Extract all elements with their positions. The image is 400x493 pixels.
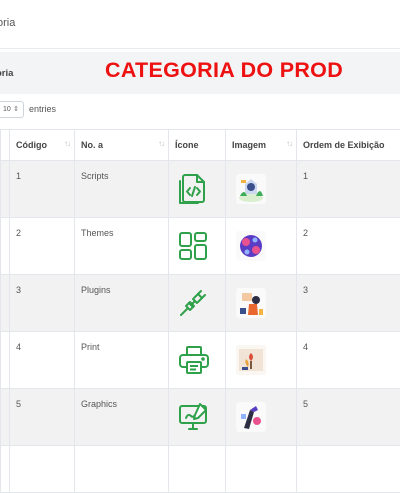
entries-label: entries bbox=[29, 104, 56, 114]
themes-illustration bbox=[236, 231, 266, 261]
name-cell: Themes bbox=[75, 218, 169, 275]
column-header-name[interactable]: No. a↑↓ bbox=[75, 130, 169, 161]
code-cell: 3 bbox=[10, 275, 75, 332]
order-cell: 3 bbox=[297, 275, 400, 332]
page-length-select[interactable]: 10 ⇕ bbox=[0, 101, 24, 118]
table-row[interactable] bbox=[1, 446, 400, 493]
row-select-cell bbox=[1, 218, 10, 275]
table-row[interactable]: 3 Plugins bbox=[1, 275, 400, 332]
printer-icon bbox=[178, 345, 210, 375]
row-select-cell bbox=[1, 275, 10, 332]
entries-control: 10 ⇕ entries bbox=[0, 99, 56, 119]
code-cell: 1 bbox=[10, 161, 75, 218]
name-cell: Plugins bbox=[75, 275, 169, 332]
sort-updown-icon: ⇕ bbox=[13, 105, 19, 113]
page-title: oria bbox=[0, 17, 15, 29]
sort-arrows-icon: ↑↓ bbox=[158, 139, 164, 148]
table-row[interactable]: 1 Scripts bbox=[1, 161, 400, 218]
column-header-order[interactable]: Ordem de Exibição bbox=[297, 130, 400, 161]
code-file-icon bbox=[178, 173, 208, 205]
column-header-icon: Ícone bbox=[169, 130, 226, 161]
print-illustration bbox=[236, 345, 266, 375]
sort-arrows-icon: ↑↓ bbox=[286, 139, 292, 148]
code-cell: 5 bbox=[10, 389, 75, 446]
name-cell: Graphics bbox=[75, 389, 169, 446]
code-cell: 4 bbox=[10, 332, 75, 389]
category-banner: CATEGORIA DO PROD bbox=[105, 58, 343, 83]
order-cell: 4 bbox=[297, 332, 400, 389]
row-select-cell bbox=[1, 389, 10, 446]
table-row[interactable]: 4 Print bbox=[1, 332, 400, 389]
page-length-value: 10 bbox=[3, 106, 11, 113]
row-select-cell bbox=[1, 161, 10, 218]
table-row[interactable]: 5 Graphics 5 bbox=[1, 389, 400, 446]
name-cell: Scripts bbox=[75, 161, 169, 218]
plug-icon bbox=[178, 288, 208, 318]
top-header: oria bbox=[0, 0, 400, 49]
code-cell: 2 bbox=[10, 218, 75, 275]
order-cell: 1 bbox=[297, 161, 400, 218]
plugins-illustration bbox=[236, 288, 266, 318]
graphics-illustration bbox=[236, 402, 266, 432]
order-cell: 5 bbox=[297, 389, 400, 446]
name-cell: Print bbox=[75, 332, 169, 389]
order-cell: 2 bbox=[297, 218, 400, 275]
themes-grid-icon bbox=[178, 231, 208, 261]
section-title: oria bbox=[0, 68, 13, 79]
scripts-illustration bbox=[236, 174, 266, 204]
sort-arrows-icon: ↑↓ bbox=[64, 139, 70, 148]
row-select-cell bbox=[1, 332, 10, 389]
table-header-row: Código↑↓ No. a↑↓ Ícone Imagem↑↓ Ordem de… bbox=[1, 130, 400, 161]
column-header-code[interactable]: Código↑↓ bbox=[10, 130, 75, 161]
graphics-monitor-icon bbox=[178, 402, 210, 432]
category-table: Código↑↓ No. a↑↓ Ícone Imagem↑↓ Ordem de… bbox=[0, 129, 400, 493]
column-header-select bbox=[1, 130, 10, 161]
table-row[interactable]: 2 Themes 2 bbox=[1, 218, 400, 275]
column-header-image[interactable]: Imagem↑↓ bbox=[226, 130, 297, 161]
